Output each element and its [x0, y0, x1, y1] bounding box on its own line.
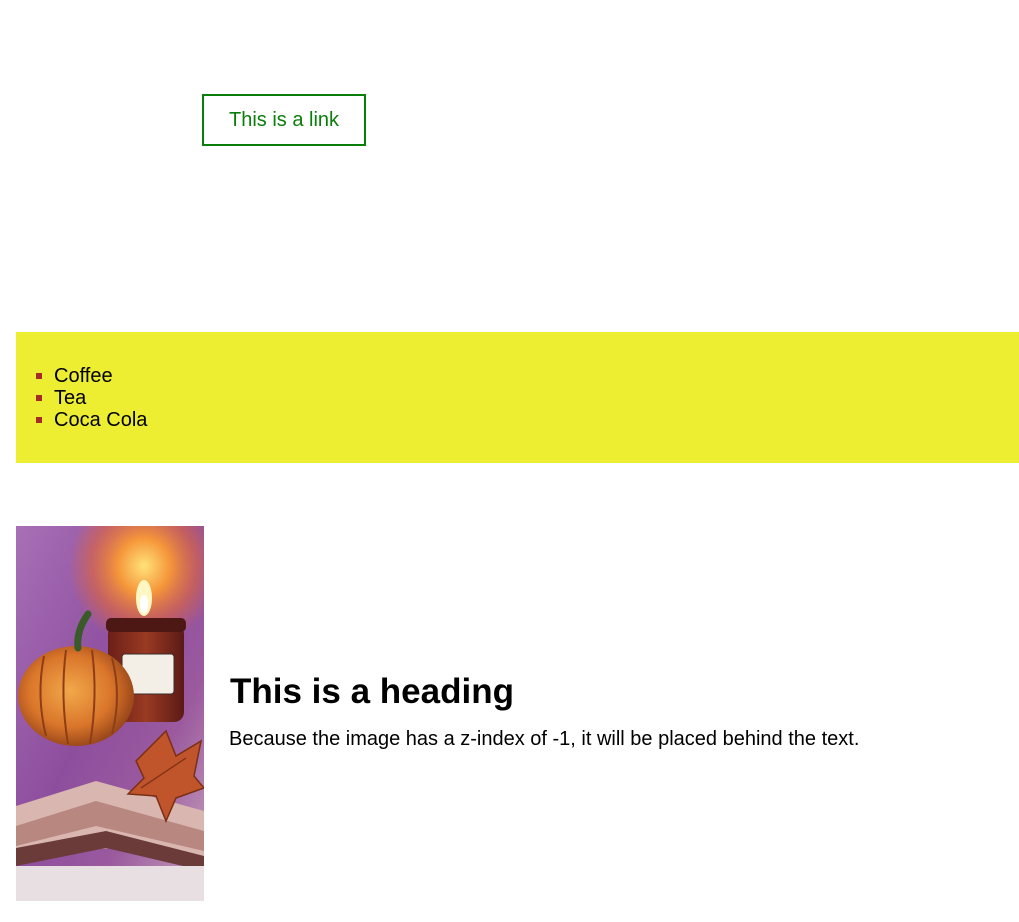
list-item-coca-cola: Coca Cola: [16, 409, 147, 431]
this-is-a-link[interactable]: This is a link: [202, 94, 366, 146]
list-item-coffee: Coffee: [16, 365, 147, 387]
list-item-label: Tea: [54, 387, 87, 409]
square-bullet-icon: [36, 395, 42, 401]
autumn-illustration-image: [16, 526, 204, 901]
list-item-label: Coca Cola: [54, 409, 148, 431]
list-item-label: Coffee: [54, 365, 113, 387]
square-bullet-icon: [36, 373, 42, 379]
list-item-tea: Tea: [16, 387, 147, 409]
drinks-list: Coffee Tea Coca Cola: [16, 365, 147, 431]
square-bullet-icon: [36, 417, 42, 423]
page-heading: This is a heading: [230, 672, 514, 711]
drinks-list-panel: Coffee Tea Coca Cola: [16, 332, 1019, 463]
body-paragraph: Because the image has a z-index of -1, i…: [229, 728, 860, 750]
